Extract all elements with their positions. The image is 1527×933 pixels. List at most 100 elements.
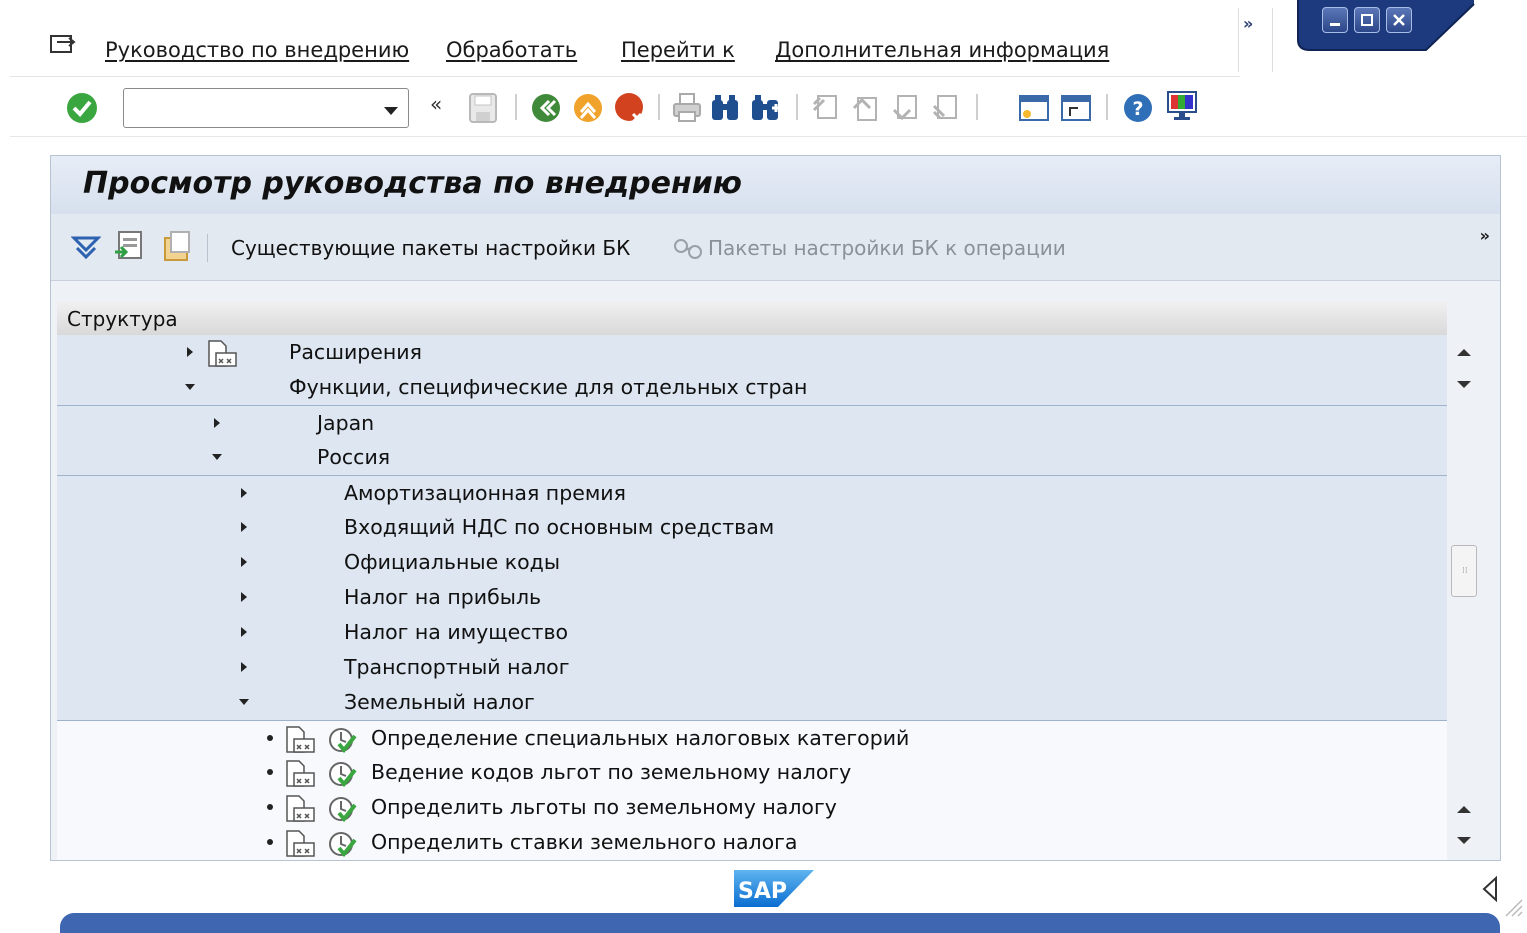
tree-node-label: Определение специальных налоговых катего…: [371, 726, 910, 750]
find-next-icon[interactable]: [750, 92, 782, 128]
chevron-down-icon[interactable]: [384, 101, 398, 120]
structure-tree: Структура Расширения Функции, специфичес…: [57, 302, 1447, 860]
last-page-icon[interactable]: [930, 92, 962, 128]
back-icon[interactable]: [530, 92, 562, 128]
previous-page-icon[interactable]: [850, 92, 882, 128]
tree-row[interactable]: Определить ставки земельного налога: [57, 825, 1447, 860]
tree-row[interactable]: Расширения: [57, 335, 1447, 370]
tree-node-label: Транспортный налог: [344, 655, 570, 679]
expand-node-icon[interactable]: [241, 557, 247, 567]
leaf-bullet: [267, 804, 273, 810]
document-import-icon[interactable]: [113, 230, 145, 266]
page-down-icon[interactable]: [1457, 837, 1471, 844]
application-toolbar: Существующие пакеты настройки БК Пакеты …: [51, 214, 1500, 281]
tree-row[interactable]: Транспортный налог: [57, 650, 1447, 685]
scroll-up-icon[interactable]: [1457, 349, 1471, 356]
tree-row[interactable]: Входящий НДС по основным средствам: [57, 510, 1447, 545]
sap-logo: SAP: [734, 870, 816, 912]
expand-node-icon[interactable]: [214, 418, 220, 428]
command-field[interactable]: [123, 88, 409, 128]
first-page-icon[interactable]: [810, 92, 842, 128]
menu-toggle-icon[interactable]: [50, 34, 76, 60]
expand-node-icon[interactable]: [241, 662, 247, 672]
execute-activity-icon[interactable]: [327, 760, 357, 792]
minimize-button[interactable]: [1322, 7, 1348, 33]
expand-subtree-icon[interactable]: [70, 232, 102, 266]
save-icon[interactable]: [468, 92, 498, 128]
maximize-button[interactable]: [1354, 7, 1380, 33]
expand-node-icon[interactable]: [187, 347, 193, 357]
document-icon[interactable]: [285, 830, 315, 860]
leaf-bullet: [267, 769, 273, 775]
tree-row[interactable]: Россия: [57, 440, 1447, 475]
menu-separator: [1272, 8, 1273, 72]
tree-node-label: Расширения: [289, 340, 422, 364]
menu-implementation-guide[interactable]: Руководство по внедрению: [105, 38, 409, 62]
resize-grip-icon[interactable]: [1502, 896, 1524, 922]
leaf-bullet: [267, 839, 273, 845]
menu-separator: [1238, 8, 1239, 72]
vertical-scrollbar[interactable]: ⁞⁞: [1451, 335, 1477, 859]
document-icon[interactable]: [207, 340, 237, 372]
help-icon[interactable]: ?: [1122, 92, 1154, 128]
tree-row[interactable]: Функции, специфические для отдельных стр…: [57, 370, 1447, 405]
menu-extras[interactable]: Дополнительная информация: [775, 38, 1109, 62]
toolbar-separator: [1106, 94, 1108, 120]
tree-row[interactable]: Ведение кодов льгот по земельному налогу: [57, 755, 1447, 790]
menu-edit[interactable]: Обработать: [446, 38, 577, 62]
tree-row[interactable]: Japan: [57, 405, 1447, 441]
status-bar-toggle-icon[interactable]: [1482, 875, 1498, 906]
menu-more-button[interactable]: »: [1243, 14, 1253, 33]
collapse-node-icon[interactable]: [185, 384, 195, 390]
expand-node-icon[interactable]: [241, 488, 247, 498]
tree-node-label: Амортизационная премия: [344, 481, 626, 505]
tree-node-label: Налог на имущество: [344, 620, 569, 644]
print-icon[interactable]: [672, 92, 702, 128]
expand-node-icon[interactable]: [241, 592, 247, 602]
collapse-node-icon[interactable]: [239, 699, 249, 705]
tree-header-label: Структура: [67, 307, 178, 331]
customize-layout-icon[interactable]: [1166, 90, 1198, 126]
sap-logo-text: SAP: [738, 879, 787, 904]
expand-node-icon[interactable]: [241, 522, 247, 532]
execute-activity-icon[interactable]: [327, 795, 357, 827]
tree-row[interactable]: Определение специальных налоговых катего…: [57, 720, 1447, 756]
execute-activity-icon[interactable]: [327, 830, 357, 860]
new-session-icon[interactable]: [1018, 92, 1050, 128]
svg-text:?: ?: [1132, 98, 1143, 120]
title-bar: Просмотр руководства по внедрению: [51, 156, 1500, 215]
document-icon[interactable]: [285, 795, 315, 827]
command-input[interactable]: [130, 89, 374, 127]
close-button[interactable]: [1386, 7, 1412, 33]
exit-icon[interactable]: [572, 92, 604, 128]
expand-node-icon[interactable]: [241, 627, 247, 637]
collapse-node-icon[interactable]: [212, 454, 222, 460]
tree-row[interactable]: Налог на имущество: [57, 615, 1447, 650]
document-icon[interactable]: [285, 760, 315, 792]
existing-bc-sets-button[interactable]: Существующие пакеты настройки БК: [231, 236, 630, 260]
app-toolbar-more-button[interactable]: »: [1480, 226, 1490, 245]
page-up-icon[interactable]: [1457, 806, 1471, 813]
tree-row[interactable]: Амортизационная премия: [57, 475, 1447, 511]
next-page-icon[interactable]: [890, 92, 922, 128]
tree-row[interactable]: Налог на прибыль: [57, 580, 1447, 615]
tree-node-label: Входящий НДС по основным средствам: [344, 515, 775, 539]
toolbar-separator: [207, 234, 208, 262]
document-icon[interactable]: [285, 726, 315, 758]
release-notes-icon[interactable]: [161, 230, 193, 266]
tree-row[interactable]: Официальные коды: [57, 545, 1447, 580]
find-icon[interactable]: [710, 92, 740, 128]
toolbar-separator: [796, 94, 798, 120]
tree-row[interactable]: Определить льготы по земельному налогу: [57, 790, 1447, 825]
cancel-icon[interactable]: [614, 92, 646, 128]
collapse-toolbar-button[interactable]: «: [430, 92, 442, 116]
tree-column-header: Структура: [57, 302, 1447, 336]
tree-row[interactable]: Земельный налог: [57, 685, 1447, 720]
shortcut-icon[interactable]: [1060, 92, 1092, 128]
toolbar-separator: [658, 94, 660, 120]
scroll-down-icon[interactable]: [1457, 381, 1471, 388]
menu-goto[interactable]: Перейти к: [621, 38, 735, 62]
execute-activity-icon[interactable]: [327, 726, 357, 758]
enter-check-icon[interactable]: [66, 92, 98, 128]
scrollbar-thumb[interactable]: ⁞⁞: [1451, 545, 1477, 597]
